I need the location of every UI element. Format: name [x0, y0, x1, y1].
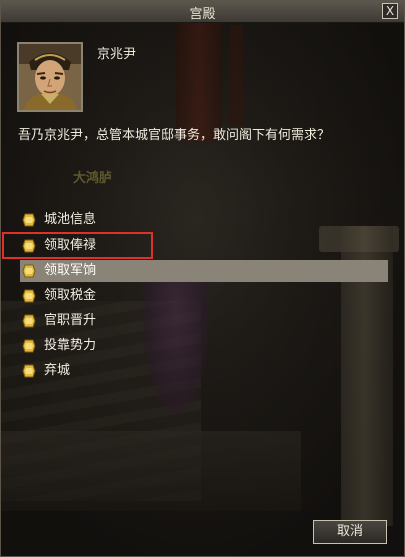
option-city-info[interactable]: 城池信息 — [20, 209, 388, 231]
option-label: 领取军饷 — [44, 263, 97, 278]
location-label: 大鸿胪 — [73, 171, 113, 186]
option-label: 城池信息 — [44, 212, 97, 227]
gold-ingot-icon — [22, 314, 36, 328]
palace-dialog-window: 宫殿 X 京兆尹 吾乃京兆尹，总管本城官邸事务，敢问阁下有何需求？ 大鸿胪 城池… — [0, 0, 405, 557]
window-title: 宫殿 — [189, 7, 216, 22]
option-rank-promotion[interactable]: 官职晋升 — [20, 310, 388, 332]
option-label: 官职晋升 — [44, 313, 97, 328]
background-pillar-edge — [229, 25, 243, 125]
gold-ingot-icon — [22, 264, 36, 278]
background-floor — [1, 431, 301, 511]
option-collect-military-pay[interactable]: 领取军饷 — [20, 260, 388, 282]
npc-dialog-text: 吾乃京兆尹，总管本城官邸事务，敢问阁下有何需求？ — [18, 128, 331, 143]
option-label: 弃城 — [44, 363, 71, 378]
title-bar: 宫殿 X — [1, 1, 404, 23]
npc-portrait — [17, 42, 83, 112]
gold-ingot-icon — [22, 213, 36, 227]
close-button[interactable]: X — [382, 3, 398, 19]
annotation-highlight-box — [2, 232, 153, 259]
option-join-faction[interactable]: 投靠势力 — [20, 335, 388, 357]
option-collect-taxes[interactable]: 领取税金 — [20, 285, 388, 307]
cancel-button[interactable]: 取消 — [313, 520, 387, 544]
gold-ingot-icon — [22, 339, 36, 353]
gold-ingot-icon — [22, 289, 36, 303]
npc-name: 京兆尹 — [97, 47, 137, 62]
option-label: 领取税金 — [44, 288, 97, 303]
option-label: 投靠势力 — [44, 338, 97, 353]
option-abandon-city[interactable]: 弃城 — [20, 360, 388, 382]
gold-ingot-icon — [22, 364, 36, 378]
